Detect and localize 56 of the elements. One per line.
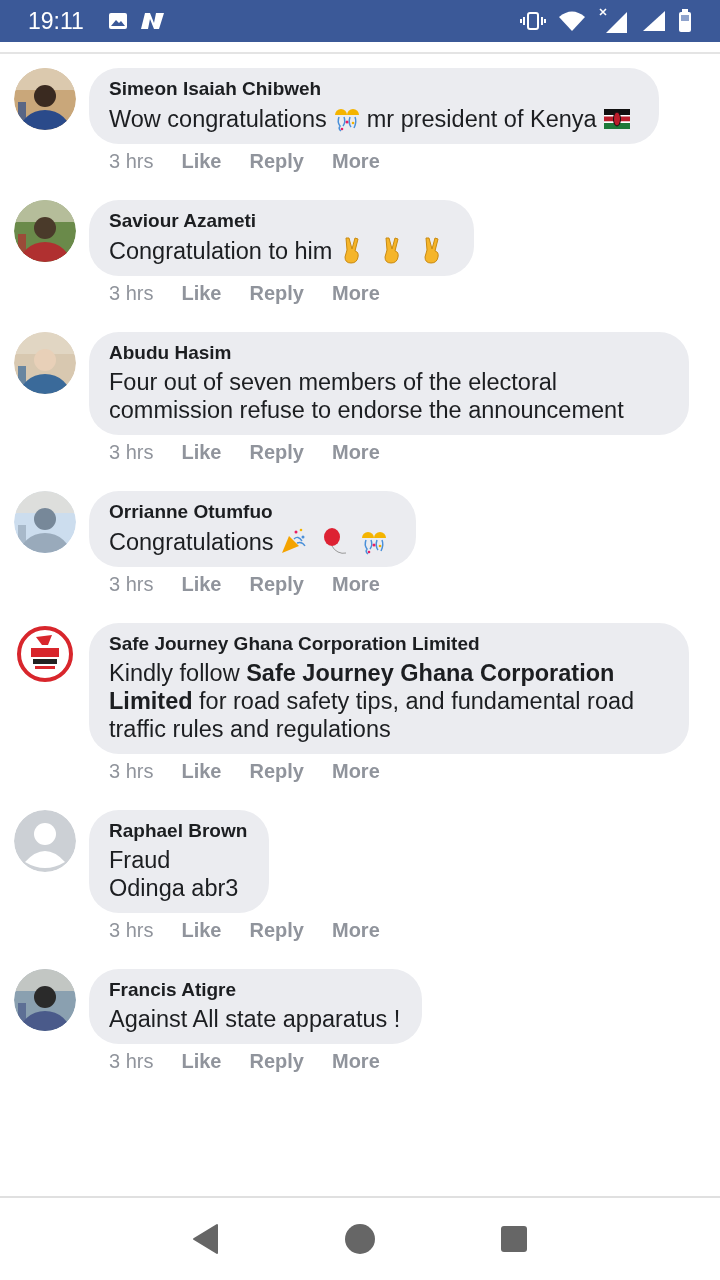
commenter-name: Abudu Hasim xyxy=(109,342,233,364)
comment-time: 3 hrs xyxy=(109,1050,154,1073)
comment-text: Congratulation to him xyxy=(109,238,333,264)
comment-time: 3 hrs xyxy=(109,441,154,464)
comment-time: 3 hrs xyxy=(109,919,154,942)
avatar-icon xyxy=(14,810,76,872)
comment-action-link[interactable]: Reply xyxy=(249,441,304,464)
comment-time: 3 hrs xyxy=(109,760,154,783)
comment-action-link[interactable]: More xyxy=(331,441,380,464)
comment-action-link[interactable]: More xyxy=(331,1050,380,1073)
comment-text: Kindly follow Safe Journey Ghana Corporation Limited for road safety tips, and fundamental road traffic rules and regulations xyxy=(109,660,635,742)
comment-action-link[interactable]: Reply xyxy=(249,919,304,942)
logo-icon xyxy=(14,623,76,685)
app-icon xyxy=(139,11,166,31)
party-popper-icon xyxy=(279,527,308,555)
comment-action-link[interactable]: Like xyxy=(181,760,222,783)
comment-action-link[interactable]: Reply xyxy=(249,150,304,173)
wifi-icon xyxy=(558,10,586,32)
comment-action-link[interactable]: More xyxy=(331,760,380,783)
comment-action-link[interactable]: More xyxy=(331,150,380,173)
comment-time: 3 hrs xyxy=(109,150,154,173)
comment-text: Four out of seven members of the electoral commission refuse to endorse the announcement xyxy=(109,369,624,423)
recents-icon[interactable] xyxy=(500,1225,528,1253)
comment-action-link[interactable]: Reply xyxy=(249,573,304,596)
battery-icon xyxy=(678,9,692,33)
commenter-name: Orrianne Otumfuo xyxy=(109,501,274,523)
comment-action-link[interactable]: Like xyxy=(181,1050,222,1073)
comment-action-link[interactable]: Like xyxy=(181,282,222,305)
comment-text: Fraud Odinga abr3 xyxy=(109,847,239,901)
commenter-name: Francis Atigre xyxy=(109,979,238,1001)
comment-action-link[interactable]: More xyxy=(331,573,380,596)
comment-action-link[interactable]: Reply xyxy=(249,282,304,305)
comment-action-link[interactable]: Like xyxy=(181,573,222,596)
comment-time: 3 hrs xyxy=(109,282,154,305)
signal-icon xyxy=(598,8,628,34)
home-icon[interactable] xyxy=(344,1223,376,1255)
commenter-name: Raphael Brown xyxy=(109,820,248,842)
commenter-name: Safe Journey Ghana Corporation Limited xyxy=(109,633,481,655)
comment-action-link[interactable]: Reply xyxy=(249,1050,304,1073)
comment-text: Congratulations xyxy=(109,529,274,555)
comment-action-link[interactable]: More xyxy=(331,282,380,305)
image-icon xyxy=(107,12,128,30)
comment-action-link[interactable]: Like xyxy=(181,150,222,173)
comment-text: Wow congratulations xyxy=(109,106,327,132)
comment-action-link[interactable]: Like xyxy=(181,919,222,942)
comment-time: 3 hrs xyxy=(109,573,154,596)
comment-action-link[interactable]: More xyxy=(331,919,380,942)
comment-text: Against All state apparatus ! xyxy=(109,1006,401,1032)
comment-text: mr president of Kenya xyxy=(366,106,597,132)
commenter-name: Saviour Azameti xyxy=(109,210,258,232)
status-time: 19:11 xyxy=(28,7,84,35)
comment-action-link[interactable]: Like xyxy=(181,441,222,464)
back-icon[interactable] xyxy=(192,1223,220,1255)
vibrate-icon xyxy=(520,11,546,31)
comment-action-link[interactable]: Reply xyxy=(249,760,304,783)
commenter-name: Simeon Isaiah Chibweh xyxy=(109,78,323,100)
